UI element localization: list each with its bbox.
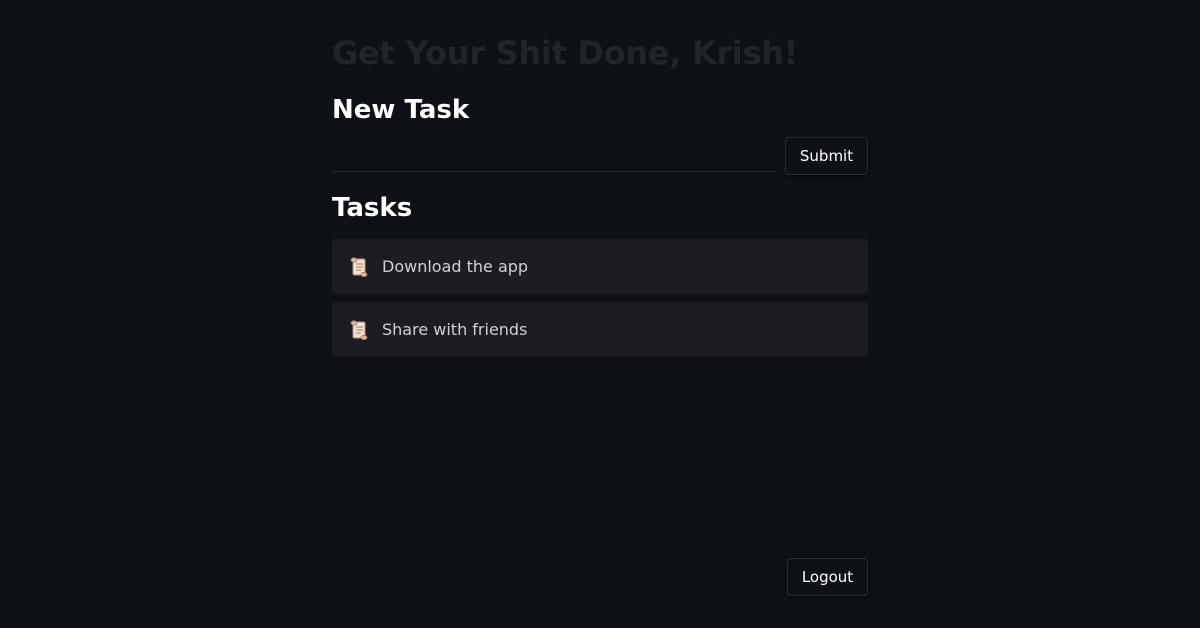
task-label: Share with friends: [382, 320, 528, 339]
tasks-heading: Tasks: [332, 193, 413, 223]
new-task-heading: New Task: [332, 95, 470, 125]
logout-button[interactable]: Logout: [787, 558, 868, 596]
submit-button[interactable]: Submit: [785, 137, 868, 175]
new-task-input[interactable]: [332, 140, 776, 172]
page-title: Get Your Shit Done, Krish!: [332, 34, 799, 72]
task-item[interactable]: Share with friends: [332, 302, 868, 357]
task-list: Download the app Share with friends: [332, 239, 868, 365]
task-label: Download the app: [382, 257, 529, 276]
task-item[interactable]: Download the app: [332, 239, 868, 294]
main-content: Get Your Shit Done, Krish! New Task Subm…: [332, 0, 868, 628]
scroll-icon: [350, 319, 368, 340]
scroll-icon: [350, 256, 368, 277]
